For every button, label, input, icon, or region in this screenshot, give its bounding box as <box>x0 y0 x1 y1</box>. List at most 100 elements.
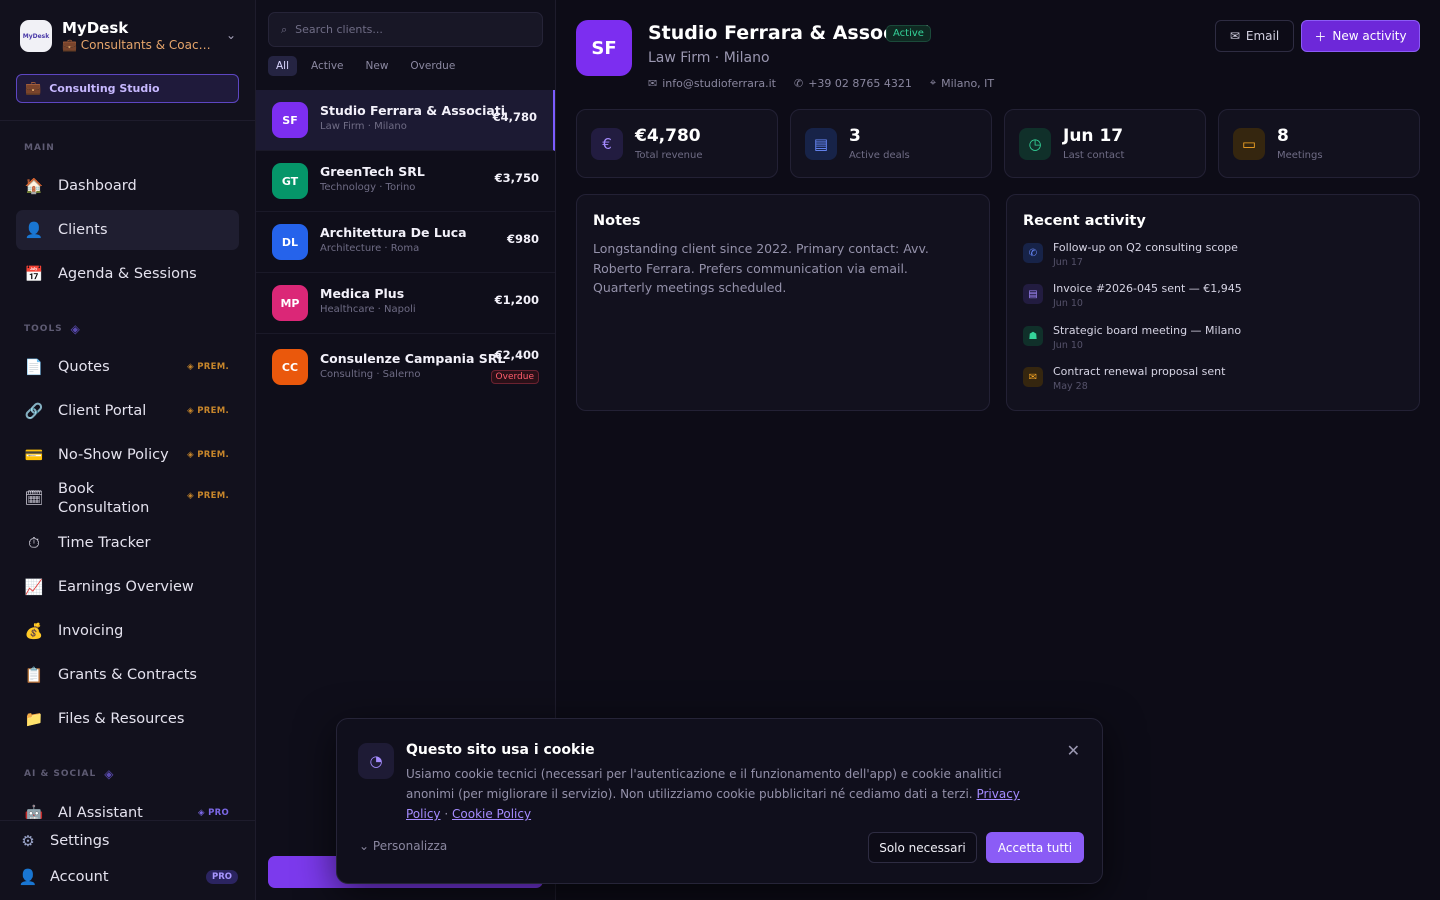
contact-phone[interactable]: ✆ +39 02 8765 4321 <box>794 76 912 90</box>
sidebar-item-earnings[interactable]: 📈 Earnings Overview <box>16 567 239 607</box>
sidebar-item-quotes[interactable]: 📄 Quotes ◈ PREM. <box>16 347 239 387</box>
pro-badge: ◈ PRO <box>197 808 229 818</box>
activity-item[interactable]: ▤ Invoice #2026-045 sent — €1,945 Jun 10 <box>1023 282 1403 316</box>
search-input[interactable]: ⌕ Search clients... <box>268 12 543 47</box>
calendar-icon: 🗓 <box>24 489 44 508</box>
filter-active[interactable]: Active <box>303 56 351 76</box>
filter-overdue[interactable]: Overdue <box>402 56 463 76</box>
notes-text: Longstanding client since 2022. Primary … <box>593 241 929 295</box>
necessary-only-button[interactable]: Solo necessari <box>868 832 977 863</box>
briefcase-icon: 💼 <box>25 81 42 96</box>
sidebar-item-label: Earnings Overview <box>58 579 194 595</box>
activity-text: Contract renewal proposal sent <box>1053 365 1226 378</box>
stat-label: Active deals <box>849 150 910 161</box>
phone-icon: ✆ <box>794 76 804 90</box>
client-avatar: DL <box>272 224 308 260</box>
sidebar-item-label: Grants & Contracts <box>58 667 197 683</box>
client-meta: Consulting · Salerno <box>320 369 421 380</box>
money-bag-icon: 💰 <box>24 622 44 640</box>
sidebar-item-clients[interactable]: 👤 Clients <box>16 210 239 250</box>
accept-all-button[interactable]: Accetta tutti <box>986 832 1084 863</box>
workspace-selector[interactable]: 💼 Consulting Studio <box>16 74 239 103</box>
people-icon: ☗ <box>1023 326 1043 346</box>
cookie-body-text: Usiamo cookie tecnici (necessari per l'a… <box>406 767 1002 801</box>
client-avatar: SF <box>272 102 308 138</box>
calendar-icon: 📅 <box>24 265 44 283</box>
activity-date: Jun 10 <box>1053 340 1083 351</box>
filter-new[interactable]: New <box>358 56 397 76</box>
contact-info: ✉ info@studioferrara.it ✆ +39 02 8765 4321… <box>648 76 994 90</box>
app-logo: MyDesk <box>20 20 52 52</box>
client-row[interactable]: MP Medica Plus Healthcare · Napoli €1,20… <box>256 273 555 334</box>
activity-title: Recent activity <box>1023 213 1146 229</box>
new-activity-button[interactable]: ＋ New activity <box>1301 20 1420 52</box>
sidebar-item-label: Clients <box>58 222 108 238</box>
sidebar-item-ai-assistant[interactable]: 🤖 AI Assistant ◈ PRO <box>16 795 239 819</box>
activity-item[interactable]: ✉ Contract renewal proposal sent May 28 <box>1023 365 1403 399</box>
activity-date: Jun 10 <box>1053 298 1083 309</box>
cookie-policy-link[interactable]: Cookie Policy <box>452 807 531 821</box>
sidebar-item-no-show-policy[interactable]: 💳 No-Show Policy ◈ PREM. <box>16 435 239 475</box>
contact-email[interactable]: ✉ info@studioferrara.it <box>648 76 776 90</box>
email-button[interactable]: ✉ Email <box>1215 20 1294 52</box>
section-label: AI & SOCIAL <box>24 769 97 779</box>
client-meta: Technology · Torino <box>320 182 416 193</box>
client-row[interactable]: SF Studio Ferrara & Associati Law Firm ·… <box>256 90 555 151</box>
cookie-title: Questo sito usa i cookie <box>406 742 595 758</box>
button-label: Email <box>1245 29 1280 43</box>
client-row[interactable]: DL Architettura De Luca Architecture · R… <box>256 212 555 273</box>
mail-icon: ✉ <box>648 76 658 90</box>
sidebar-item-account[interactable]: 👤 Account PRO <box>8 862 240 892</box>
client-row[interactable]: CC Consulenze Campania SRL Consulting · … <box>256 334 555 400</box>
activity-text: Follow-up on Q2 consulting scope <box>1053 241 1238 254</box>
robot-icon: 🤖 <box>24 804 44 819</box>
client-name: Architettura De Luca <box>320 225 467 240</box>
activity-item[interactable]: ☗ Strategic board meeting — Milano Jun 1… <box>1023 324 1403 358</box>
sidebar-item-settings[interactable]: ⚙ Settings <box>8 826 240 856</box>
client-amount: €2,400 <box>494 348 539 362</box>
client-meta: Law Firm · Milano <box>320 121 407 132</box>
stat-card-meetings: ▭ 8 Meetings <box>1218 109 1420 178</box>
section-tools: TOOLS ◈ <box>24 322 81 336</box>
sidebar-item-label: Agenda & Sessions <box>58 266 197 282</box>
section-main: MAIN <box>24 143 55 153</box>
brand-name: MyDesk <box>62 19 129 37</box>
document-icon: 📄 <box>24 358 44 376</box>
sidebar-item-client-portal[interactable]: 🔗 Client Portal ◈ PREM. <box>16 391 239 431</box>
filter-all[interactable]: All <box>268 56 298 76</box>
clipboard-icon: 📋 <box>24 666 44 684</box>
folder-icon: 📁 <box>24 710 44 728</box>
sidebar-item-invoicing[interactable]: 💰 Invoicing <box>16 611 239 651</box>
button-label: New activity <box>1332 29 1407 43</box>
activity-item[interactable]: ✆ Follow-up on Q2 consulting scope Jun 1… <box>1023 241 1403 275</box>
client-amount: €1,200 <box>494 293 539 307</box>
euro-icon: € <box>591 128 623 160</box>
sidebar-item-grants[interactable]: 📋 Grants & Contracts <box>16 655 239 695</box>
client-avatar: CC <box>272 349 308 385</box>
sidebar-item-agenda[interactable]: 📅 Agenda & Sessions <box>16 254 239 294</box>
contact-location: ⌖ Milano, IT <box>930 76 994 90</box>
sidebar-item-files[interactable]: 📁 Files & Resources <box>16 699 239 739</box>
premium-badge: ◈ PREM. <box>187 450 229 460</box>
sidebar-item-label: Account <box>50 869 109 885</box>
plus-icon: ＋ <box>1314 29 1327 44</box>
clock-icon: ◷ <box>1019 128 1051 160</box>
sidebar-item-time-tracker[interactable]: ⏱ Time Tracker <box>16 523 239 563</box>
section-label: TOOLS <box>24 324 63 334</box>
chevron-down-icon[interactable]: ⌄ <box>226 28 236 42</box>
customize-toggle[interactable]: ⌄ Personalizza <box>359 839 447 853</box>
customize-label: Personalizza <box>372 839 448 853</box>
stat-label: Last contact <box>1063 150 1125 161</box>
brand-switcher[interactable]: MyDesk MyDesk 💼 Consultants & Coach... ⌄ <box>16 18 240 58</box>
workspace-label: Consulting Studio <box>49 82 160 95</box>
sidebar-item-label: Settings <box>50 833 110 849</box>
client-row[interactable]: GT GreenTech SRL Technology · Torino €3,… <box>256 151 555 212</box>
premium-badge: ◈ PREM. <box>187 406 229 416</box>
stat-card-last-contact: ◷ Jun 17 Last contact <box>1004 109 1206 178</box>
close-icon[interactable]: ✕ <box>1067 741 1080 760</box>
sidebar-item-book-consultation[interactable]: 🗓 Book Consultation ◈ PREM. <box>16 479 239 519</box>
sidebar-item-dashboard[interactable]: 🏠 Dashboard <box>16 166 239 206</box>
overdue-badge: Overdue <box>490 370 539 384</box>
client-amount: €980 <box>506 232 539 246</box>
client-avatar: GT <box>272 163 308 199</box>
